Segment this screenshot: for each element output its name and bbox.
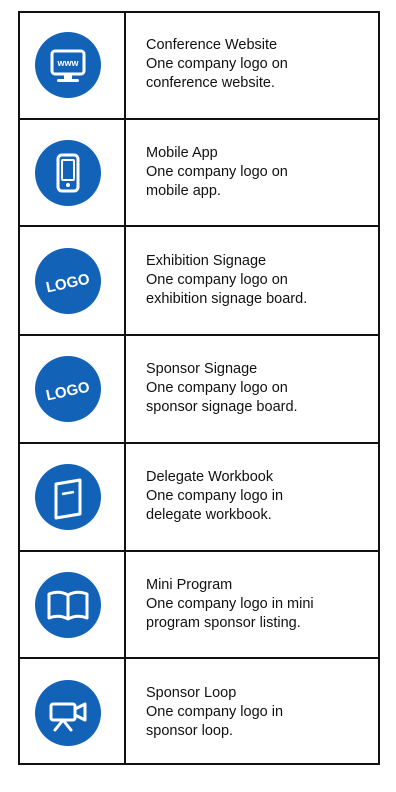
column-divider bbox=[124, 11, 126, 765]
row-mini-program: Mini Program One company logo in mini pr… bbox=[146, 576, 376, 633]
workbook-icon bbox=[35, 464, 101, 530]
row-divider bbox=[18, 334, 380, 336]
row-sponsor-signage: Sponsor Signage One company logo on spon… bbox=[146, 360, 376, 417]
row-title: Mobile App bbox=[146, 145, 218, 161]
row-title: Sponsor Loop bbox=[146, 685, 237, 701]
row-title: Conference Website bbox=[146, 37, 278, 53]
row-description: program sponsor listing. bbox=[146, 615, 301, 631]
row-divider bbox=[18, 657, 380, 659]
row-mobile-app: Mobile App One company logo on mobile ap… bbox=[146, 144, 376, 201]
row-description: mobile app. bbox=[146, 183, 221, 199]
row-title: Exhibition Signage bbox=[146, 253, 267, 269]
row-description: conference website. bbox=[146, 75, 275, 91]
row-description: One company logo on bbox=[146, 272, 288, 288]
logo-text: LOGO bbox=[45, 379, 92, 405]
row-description: One company logo in bbox=[146, 488, 284, 504]
row-title: Sponsor Signage bbox=[146, 361, 258, 377]
mobile-phone-icon bbox=[35, 140, 101, 206]
row-description: sponsor loop. bbox=[146, 723, 234, 739]
logo-text: LOGO bbox=[45, 271, 92, 297]
row-divider bbox=[18, 225, 380, 227]
row-conference-website: Conference Website One company logo on c… bbox=[146, 36, 376, 93]
video-camera-icon bbox=[35, 680, 101, 746]
logo-badge-icon: LOGO bbox=[35, 356, 101, 422]
row-title: Mini Program bbox=[146, 577, 233, 593]
row-description: One company logo on bbox=[146, 164, 288, 180]
row-description: One company logo on bbox=[146, 56, 288, 72]
row-divider bbox=[18, 442, 380, 444]
website-icon: www bbox=[35, 32, 101, 98]
row-description: delegate workbook. bbox=[146, 507, 272, 523]
row-description: One company logo in bbox=[146, 704, 284, 720]
row-sponsor-loop: Sponsor Loop One company logo in sponsor… bbox=[146, 684, 376, 741]
open-book-icon bbox=[35, 572, 101, 638]
www-text: www bbox=[56, 58, 79, 68]
row-description: exhibition signage board. bbox=[146, 291, 308, 307]
row-delegate-workbook: Delegate Workbook One company logo in de… bbox=[146, 468, 376, 525]
row-description: One company logo on bbox=[146, 380, 288, 396]
row-divider bbox=[18, 550, 380, 552]
row-description: One company logo in mini bbox=[146, 596, 314, 612]
row-title: Delegate Workbook bbox=[146, 469, 274, 485]
row-exhibition-signage: Exhibition Signage One company logo on e… bbox=[146, 252, 376, 309]
row-divider bbox=[18, 118, 380, 120]
logo-badge-icon: LOGO bbox=[35, 248, 101, 314]
row-description: sponsor signage board. bbox=[146, 399, 298, 415]
